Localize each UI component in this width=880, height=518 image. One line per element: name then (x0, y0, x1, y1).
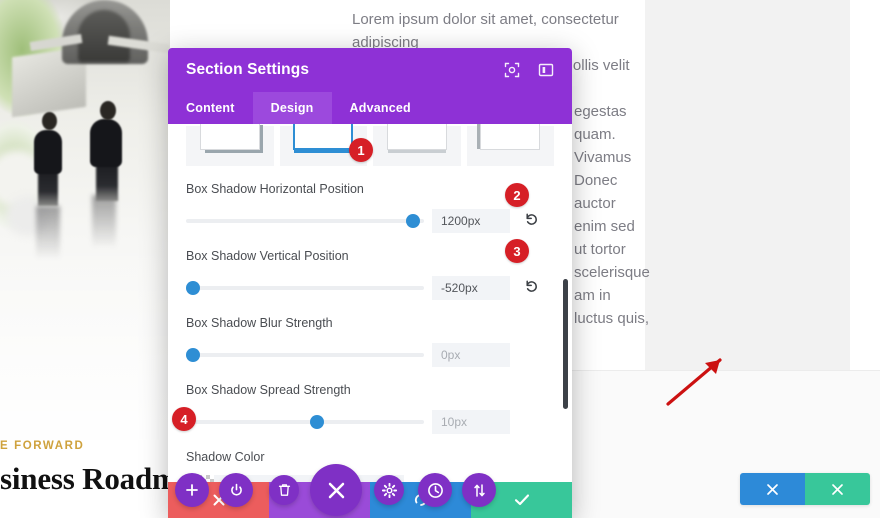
responsive-button[interactable] (462, 473, 496, 507)
history-button[interactable] (418, 473, 452, 507)
field-box-shadow-blur-strength: Box Shadow Blur Strength 0px (168, 316, 572, 367)
add-section-button[interactable] (175, 473, 209, 507)
page-close-green-button[interactable] (805, 473, 870, 505)
photo-person-right (87, 97, 125, 249)
modal-tabs: Content Design Advanced (168, 92, 572, 124)
slider-box-shadow-vertical-position[interactable] (186, 281, 424, 295)
annotation-badge-1: 1 (349, 138, 373, 162)
slider-knob[interactable] (186, 348, 200, 362)
tab-design[interactable]: Design (252, 92, 332, 124)
field-label: Box Shadow Vertical Position (186, 249, 349, 263)
modal-header: Section Settings (168, 48, 572, 92)
field-label: Shadow Color (186, 450, 265, 464)
close-builder-button[interactable] (310, 464, 362, 516)
value-box-box-shadow-spread-strength[interactable]: 10px (432, 410, 510, 434)
settings-button[interactable] (374, 475, 404, 505)
modal-scrollbar[interactable] (563, 279, 568, 409)
slider-knob[interactable] (186, 281, 200, 295)
section-settings-modal: Section Settings Content Design Advanced… (168, 48, 572, 518)
field-label: Box Shadow Spread Strength (186, 383, 351, 397)
box-shadow-preset-4[interactable] (466, 124, 554, 166)
plus-icon (186, 484, 198, 496)
photo-person-left (31, 108, 65, 260)
field-box-shadow-spread-strength: Box Shadow Spread Strength 10px (168, 383, 572, 434)
fullscreen-icon[interactable] (504, 62, 520, 78)
x-icon (328, 482, 344, 498)
hero-photo (0, 0, 170, 440)
clock-icon (427, 482, 443, 498)
box-shadow-preset-1[interactable] (186, 124, 274, 166)
trash-icon (278, 484, 290, 496)
field-label: Box Shadow Blur Strength (186, 316, 333, 330)
page-title: Section Settings (186, 61, 310, 78)
slider-box-shadow-spread-strength[interactable] (186, 415, 424, 429)
annotation-badge-3: 3 (505, 239, 529, 263)
slider-box-shadow-blur-strength[interactable] (186, 348, 424, 362)
check-icon (514, 494, 529, 506)
value-box-box-shadow-horizontal-position[interactable]: 1200px (432, 209, 510, 233)
delete-button[interactable] (269, 475, 299, 505)
screenshot-root: Lorem ipsum dolor sit amet, consectetur … (0, 0, 880, 518)
annotation-badge-2: 2 (505, 183, 529, 207)
x-icon (767, 483, 778, 495)
page-bottom-toolbar[interactable] (740, 473, 870, 505)
box-shadow-preset-3[interactable] (373, 124, 461, 166)
reset-icon-vertical-position[interactable] (524, 279, 539, 297)
gear-icon (381, 482, 397, 498)
field-label: Box Shadow Horizontal Position (186, 182, 364, 196)
hero-grey-panel (645, 0, 850, 370)
value-box-box-shadow-vertical-position[interactable]: -520px (432, 276, 510, 300)
power-icon (230, 483, 242, 496)
x-icon (832, 483, 843, 495)
reset-icon-horizontal-position[interactable] (524, 212, 539, 230)
value-box-box-shadow-blur-strength[interactable]: 0px (432, 343, 510, 367)
tab-advanced[interactable]: Advanced (332, 92, 429, 124)
layout-toggle-icon[interactable] (538, 62, 554, 78)
slider-box-shadow-horizontal-position[interactable] (186, 214, 424, 228)
page-close-blue-button[interactable] (740, 473, 805, 505)
slider-knob[interactable] (406, 214, 420, 228)
hero-right-strip (850, 0, 880, 370)
red-pointer-arrow (662, 350, 732, 415)
slider-knob[interactable] (310, 415, 324, 429)
power-toggle-button[interactable] (219, 473, 253, 507)
updown-arrows-icon (473, 483, 485, 497)
tab-content[interactable]: Content (168, 92, 253, 124)
annotation-badge-4: 4 (172, 407, 196, 431)
